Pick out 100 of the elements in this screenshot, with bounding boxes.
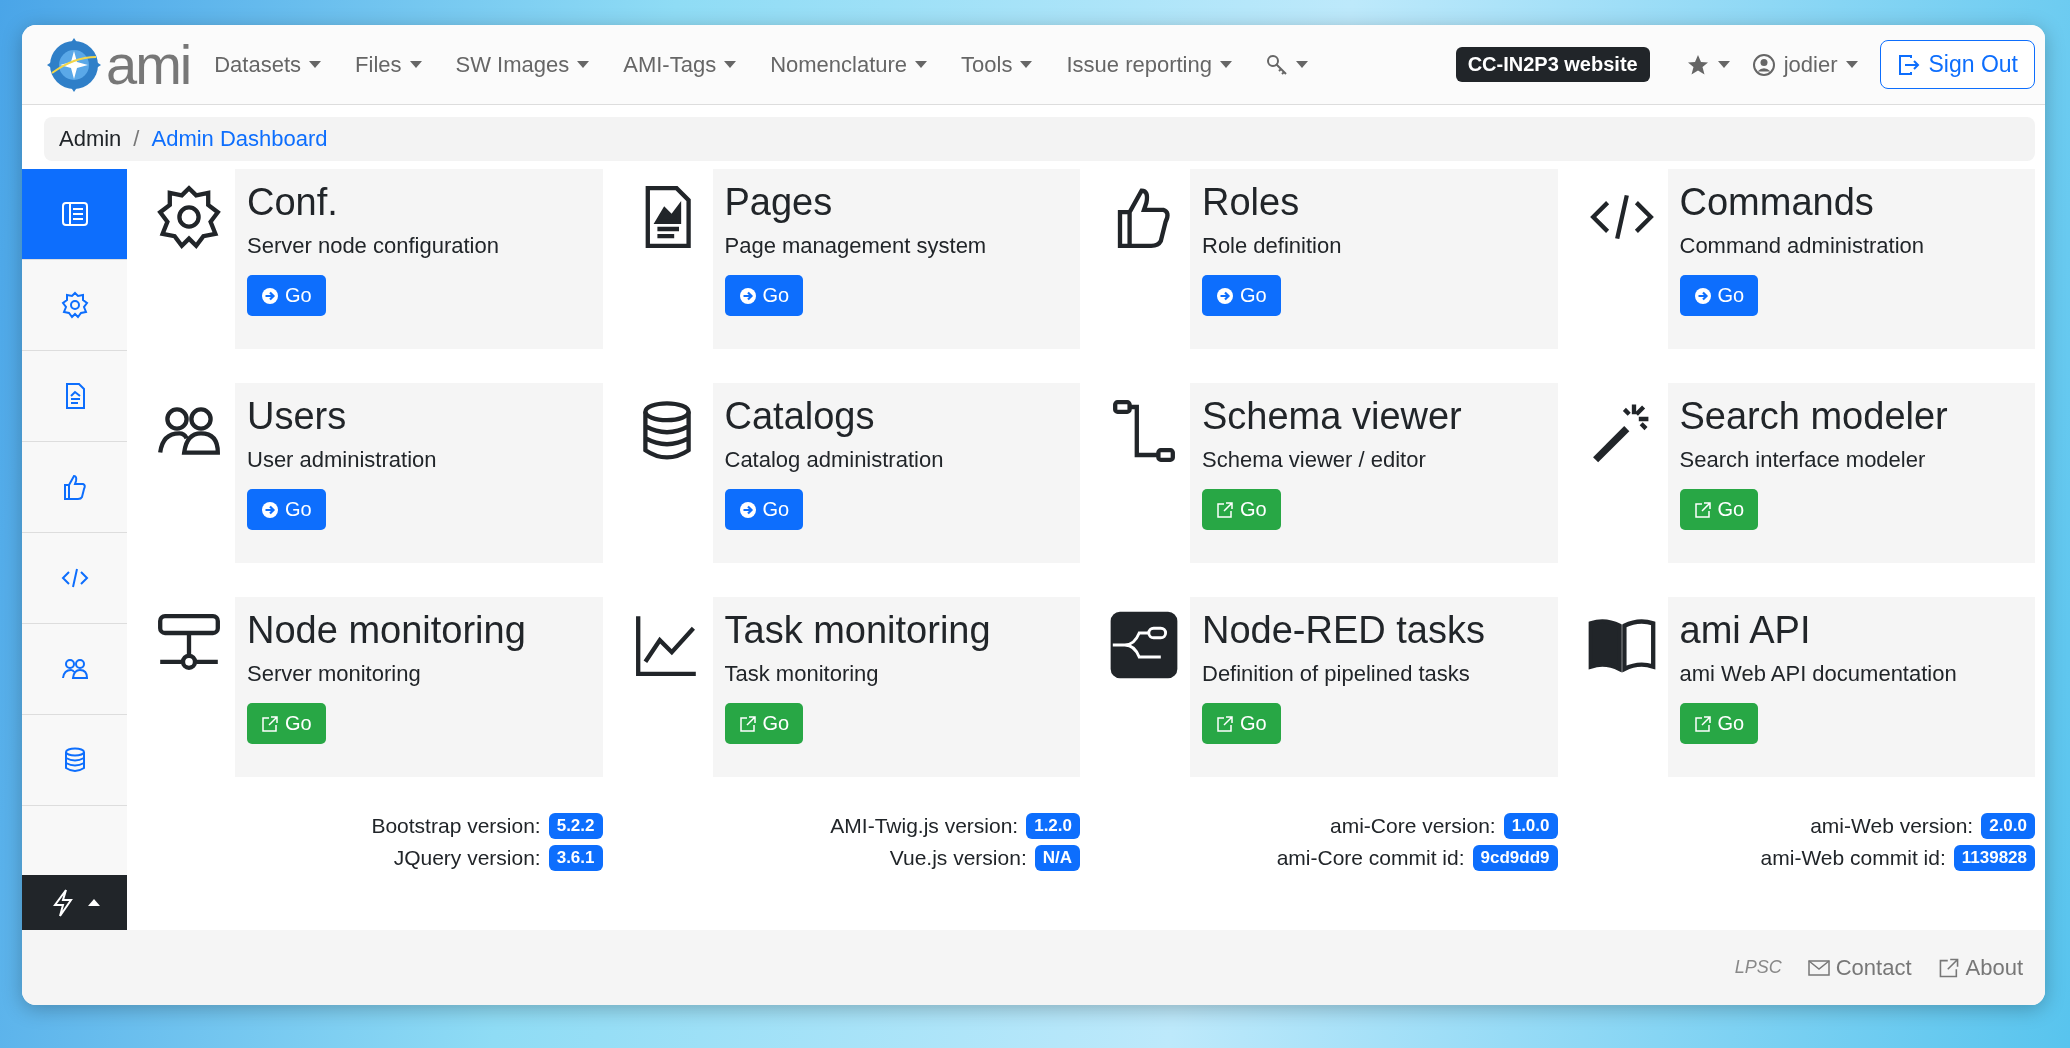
card-title: Commands bbox=[1679, 180, 1875, 225]
compass-logo-icon bbox=[46, 36, 102, 93]
card-title: Pages bbox=[724, 180, 834, 225]
footer-link[interactable]: About bbox=[1937, 954, 2023, 981]
arrow-circle-icon bbox=[738, 500, 757, 519]
caret-icon bbox=[87, 899, 100, 906]
arrow-circle-icon bbox=[261, 286, 279, 305]
lab-logo[interactable]: LPSC bbox=[1734, 957, 1782, 978]
version-label: ami-Core version: bbox=[1329, 814, 1496, 838]
caret-icon bbox=[1220, 61, 1232, 68]
version-badge: 1.0.0 bbox=[1503, 813, 1558, 839]
card-title: Node-RED tasks bbox=[1202, 608, 1486, 653]
external-link-icon bbox=[261, 714, 279, 733]
caret-icon bbox=[577, 61, 590, 68]
user-name: jodier bbox=[1783, 51, 1838, 78]
nav-menu[interactable]: Issue reporting bbox=[1066, 51, 1232, 78]
caret-icon bbox=[409, 61, 422, 68]
caret-icon bbox=[915, 61, 928, 68]
card-description: Schema viewer / editor bbox=[1202, 447, 1427, 473]
brand-name[interactable]: ami bbox=[106, 36, 191, 93]
nav-menu[interactable]: SW Images bbox=[455, 51, 590, 78]
arrow-circle-icon bbox=[261, 500, 279, 519]
external-link-icon bbox=[1937, 956, 1960, 979]
version-label: Vue.js version: bbox=[889, 846, 1027, 870]
card-title: Conf. bbox=[247, 180, 339, 225]
external-link-icon bbox=[1216, 500, 1234, 519]
go-button[interactable]: Go bbox=[247, 275, 326, 316]
version-label: Bootstrap version: bbox=[371, 814, 541, 838]
sign-out-button[interactable]: Sign Out bbox=[1879, 40, 2035, 89]
external-link-icon bbox=[1216, 714, 1234, 733]
version-label: ami-Web commit id: bbox=[1760, 846, 1946, 870]
envelope-icon bbox=[1807, 958, 1830, 977]
go-button[interactable]: Go bbox=[1679, 703, 1759, 744]
breadcrumb-link[interactable]: Admin Dashboard bbox=[151, 126, 328, 152]
card-title: Node monitoring bbox=[247, 608, 527, 653]
external-link-icon bbox=[1693, 714, 1712, 733]
nav-menu[interactable]: Tools bbox=[961, 51, 1033, 78]
website-badge[interactable]: CC-IN2P3 website bbox=[1455, 47, 1650, 82]
caret-icon bbox=[724, 61, 737, 68]
exit-icon bbox=[1896, 52, 1921, 77]
go-button[interactable]: Go bbox=[1679, 489, 1759, 530]
go-button[interactable]: Go bbox=[247, 703, 326, 744]
nav-menu[interactable]: Datasets bbox=[214, 51, 322, 78]
user-icon bbox=[1751, 52, 1776, 77]
version-label: JQuery version: bbox=[393, 846, 541, 870]
card-title: Search modeler bbox=[1679, 394, 1949, 439]
nav-menu[interactable]: AMI-Tags bbox=[623, 51, 737, 78]
go-button[interactable]: Go bbox=[1202, 703, 1281, 744]
version-label: AMI-Twig.js version: bbox=[830, 814, 1019, 838]
card-title: Users bbox=[247, 394, 348, 439]
go-button[interactable]: Go bbox=[724, 489, 804, 530]
caret-icon bbox=[1020, 61, 1033, 68]
version-badge: 3.6.1 bbox=[548, 845, 603, 871]
card-description: Command administration bbox=[1679, 233, 1926, 259]
go-button[interactable]: Go bbox=[724, 275, 804, 316]
arrow-circle-icon bbox=[738, 286, 757, 305]
card-description: Catalog administration bbox=[724, 447, 945, 473]
flow-icon bbox=[1108, 609, 1180, 681]
version-badge: 9cd9dd9 bbox=[1472, 845, 1558, 871]
card-title: Catalogs bbox=[724, 394, 876, 439]
card-description: Server monitoring bbox=[247, 661, 422, 687]
breadcrumb-separator: / bbox=[133, 126, 140, 152]
version-badge: 1139828 bbox=[1953, 845, 2035, 871]
nav-menu[interactable]: Files bbox=[355, 51, 422, 78]
go-button[interactable]: Go bbox=[1202, 489, 1281, 530]
list-icon bbox=[59, 199, 90, 229]
card-description: User administration bbox=[247, 447, 438, 473]
key-icon bbox=[1266, 53, 1288, 76]
version-label: ami-Core commit id: bbox=[1276, 846, 1465, 870]
go-button[interactable]: Go bbox=[1202, 275, 1281, 316]
go-button[interactable]: Go bbox=[724, 703, 804, 744]
go-button[interactable]: Go bbox=[247, 489, 326, 530]
card-description: Page management system bbox=[724, 233, 988, 259]
external-link-icon bbox=[1693, 500, 1712, 519]
quick-actions-button[interactable] bbox=[22, 875, 127, 930]
gear-icon bbox=[59, 290, 90, 320]
caret-icon bbox=[1845, 61, 1858, 68]
external-link-icon bbox=[738, 714, 757, 733]
arrow-circle-icon bbox=[1693, 286, 1712, 305]
arrow-circle-icon bbox=[1216, 286, 1234, 305]
footer-link[interactable]: Contact bbox=[1807, 954, 1912, 981]
caret-icon bbox=[1717, 61, 1730, 68]
version-badge: 1.2.0 bbox=[1026, 813, 1080, 839]
card-description: Role definition bbox=[1202, 233, 1343, 259]
breadcrumb-item: Admin bbox=[59, 126, 122, 152]
nav-menu[interactable]: Nomenclature bbox=[770, 51, 928, 78]
card-title: Schema viewer bbox=[1202, 394, 1463, 439]
card-title: Roles bbox=[1202, 180, 1301, 225]
card-description: Definition of pipelined tasks bbox=[1202, 661, 1471, 687]
card-description: Task monitoring bbox=[724, 661, 880, 687]
caret-icon bbox=[309, 61, 322, 68]
card-description: Server node configuration bbox=[247, 233, 500, 259]
version-badge: N/A bbox=[1034, 845, 1080, 871]
go-button[interactable]: Go bbox=[1679, 275, 1759, 316]
card-description: Search interface modeler bbox=[1679, 447, 1927, 473]
user-menu[interactable]: jodier bbox=[1751, 51, 1858, 78]
version-badge: 5.2.2 bbox=[548, 813, 603, 839]
version-badge: 2.0.0 bbox=[1981, 813, 2035, 839]
card-description: ami Web API documentation bbox=[1679, 661, 1958, 687]
sidebar-item[interactable] bbox=[22, 169, 127, 260]
